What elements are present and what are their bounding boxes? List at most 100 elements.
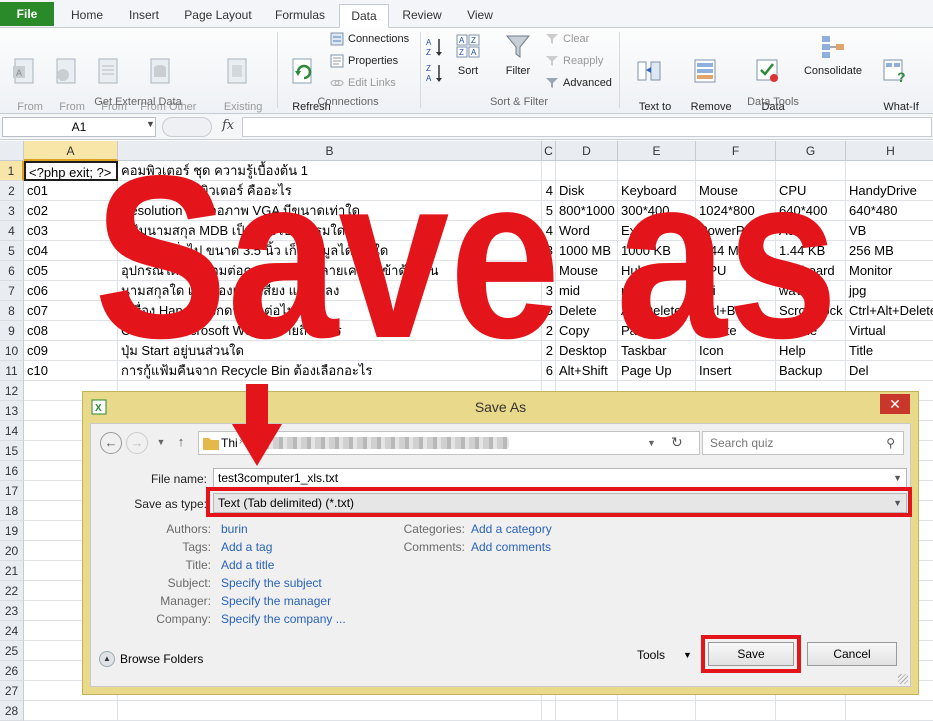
row-header[interactable]: 26 — [0, 661, 24, 681]
table-cell[interactable]: 1000 MB — [556, 241, 618, 261]
table-cell[interactable]: Title — [846, 341, 933, 361]
table-cell[interactable]: c10 — [24, 361, 118, 381]
close-button[interactable]: ✕ — [880, 394, 910, 414]
table-cell[interactable] — [542, 701, 556, 721]
table-cell[interactable]: เครื่อง Hang ต้องกดปุ่มใดต่อไปนี้ — [118, 301, 542, 321]
table-cell[interactable]: CPU — [696, 261, 776, 281]
table-cell[interactable]: mid — [556, 281, 618, 301]
table-cell[interactable]: 2 — [542, 341, 556, 361]
row-header[interactable]: 20 — [0, 541, 24, 561]
table-cell[interactable]: Ctrl+Break — [696, 301, 776, 321]
table-cell[interactable]: Mouse — [696, 181, 776, 201]
filter-button[interactable]: Filter — [496, 32, 540, 77]
browse-folders-toggle[interactable]: Browse Folders — [120, 652, 203, 666]
table-cell[interactable]: c08 — [24, 321, 118, 341]
row-header[interactable]: 8 — [0, 301, 24, 321]
tab-formulas[interactable]: Formulas — [268, 4, 332, 28]
recent-locations-chevron-icon[interactable]: ▼ — [150, 432, 172, 454]
row-header[interactable]: 3 — [0, 201, 24, 221]
table-cell[interactable]: c05 — [24, 261, 118, 281]
table-cell[interactable]: Hub — [618, 261, 696, 281]
row-header[interactable]: 1 — [0, 161, 24, 181]
table-cell[interactable]: อุปกรณ์ใด ใช้เชื่อมต่อคอมพิวเตอร์หลายเคร… — [118, 261, 542, 281]
row-header[interactable]: 15 — [0, 441, 24, 461]
comments-value[interactable]: Add comments — [471, 540, 551, 554]
forward-arrow-icon[interactable]: → — [126, 432, 148, 454]
table-cell[interactable] — [556, 161, 618, 181]
refresh-icon[interactable]: ↻ — [671, 434, 683, 451]
tab-data[interactable]: Data — [339, 4, 389, 28]
table-cell[interactable]: Keyboard — [618, 181, 696, 201]
table-cell[interactable] — [542, 161, 556, 181]
sort-az-button[interactable]: AZ — [424, 36, 448, 61]
table-cell[interactable]: c01 — [24, 181, 118, 201]
table-cell[interactable]: Disk — [556, 181, 618, 201]
connections-button[interactable]: Connections — [328, 30, 418, 48]
table-cell[interactable]: 1.44 MB — [696, 241, 776, 261]
table-cell[interactable]: 256 MB — [846, 241, 933, 261]
advanced-filter-button[interactable]: Advanced — [543, 74, 615, 92]
row-header[interactable]: 4 — [0, 221, 24, 241]
row-header[interactable]: 5 — [0, 241, 24, 261]
row-header[interactable]: 27 — [0, 681, 24, 701]
table-cell[interactable]: 1.44 KB — [776, 241, 846, 261]
table-cell[interactable]: 4 — [542, 181, 556, 201]
manager-value[interactable]: Specify the manager — [221, 594, 331, 608]
column-header-g[interactable]: G — [776, 141, 846, 161]
table-cell[interactable]: Ctrl+Alt+Delete — [846, 301, 933, 321]
row-header[interactable]: 25 — [0, 641, 24, 661]
table-cell[interactable]: c07 — [24, 301, 118, 321]
table-cell[interactable]: 3 — [542, 281, 556, 301]
company-value[interactable]: Specify the company ... — [221, 612, 346, 626]
table-cell[interactable]: Delete — [696, 321, 776, 341]
table-cell[interactable]: Ctrl+V ในMicrosoft Word หมายถึงอะไร — [118, 321, 542, 341]
formula-input[interactable] — [242, 117, 932, 137]
path-box[interactable]: Thi › ▼ ↻ — [198, 431, 700, 455]
row-header[interactable]: 17 — [0, 481, 24, 501]
title-value[interactable]: Add a title — [221, 558, 274, 572]
categories-value[interactable]: Add a category — [471, 522, 552, 536]
cancel-button[interactable]: Cancel — [807, 642, 897, 666]
table-cell[interactable]: Help — [776, 341, 846, 361]
tab-insert[interactable]: Insert — [120, 4, 168, 28]
table-cell[interactable]: ปุ่ม Start อยู่บนส่วนใด — [118, 341, 542, 361]
table-cell[interactable]: สมองของคอมพิวเตอร์ คืออะไร — [118, 181, 542, 201]
tab-view[interactable]: View — [456, 4, 504, 28]
table-cell[interactable] — [776, 161, 846, 181]
table-cell[interactable]: VB — [846, 221, 933, 241]
subject-value[interactable]: Specify the subject — [221, 576, 322, 590]
table-cell[interactable]: 2 — [542, 321, 556, 341]
table-cell[interactable]: Page Up — [618, 361, 696, 381]
table-cell[interactable]: c02 — [24, 201, 118, 221]
table-cell[interactable]: Backup — [776, 361, 846, 381]
table-cell[interactable]: Icon — [696, 341, 776, 361]
table-cell[interactable]: 3 — [542, 241, 556, 261]
clear-filter-button[interactable]: Clear — [543, 30, 613, 48]
table-cell[interactable] — [556, 701, 618, 721]
row-header[interactable]: 7 — [0, 281, 24, 301]
row-header[interactable]: 18 — [0, 501, 24, 521]
table-cell[interactable]: Insert — [696, 361, 776, 381]
table-cell[interactable]: คอมพิวเตอร์ ชุด ความรู้เบื้องต้น 1 — [118, 161, 542, 181]
table-cell[interactable] — [776, 701, 846, 721]
dialog-title-bar[interactable]: X Save As ✕ — [83, 392, 918, 422]
table-cell[interactable]: mp3 — [618, 281, 696, 301]
column-header-c[interactable]: C — [542, 141, 556, 161]
row-header[interactable]: 12 — [0, 381, 24, 401]
table-cell[interactable]: 5 — [542, 301, 556, 321]
row-header[interactable]: 11 — [0, 361, 24, 381]
table-cell[interactable]: Alt+Shift — [556, 361, 618, 381]
table-cell[interactable] — [618, 161, 696, 181]
row-header[interactable]: 9 — [0, 321, 24, 341]
table-cell[interactable]: Keyboard — [776, 261, 846, 281]
table-cell[interactable]: Resolution ของจอภาพ VGA มีขนาดเท่าใด — [118, 201, 542, 221]
tab-home[interactable]: Home — [62, 4, 112, 28]
table-cell[interactable]: 1000 KB — [618, 241, 696, 261]
table-cell[interactable] — [846, 161, 933, 181]
edit-links-button[interactable]: Edit Links — [328, 74, 418, 92]
table-cell[interactable]: 300*400 — [618, 201, 696, 221]
file-name-input[interactable]: test3computer1_xls.txt ▼ — [213, 468, 907, 488]
table-cell[interactable] — [696, 161, 776, 181]
row-header[interactable]: 2 — [0, 181, 24, 201]
row-header[interactable]: 19 — [0, 521, 24, 541]
